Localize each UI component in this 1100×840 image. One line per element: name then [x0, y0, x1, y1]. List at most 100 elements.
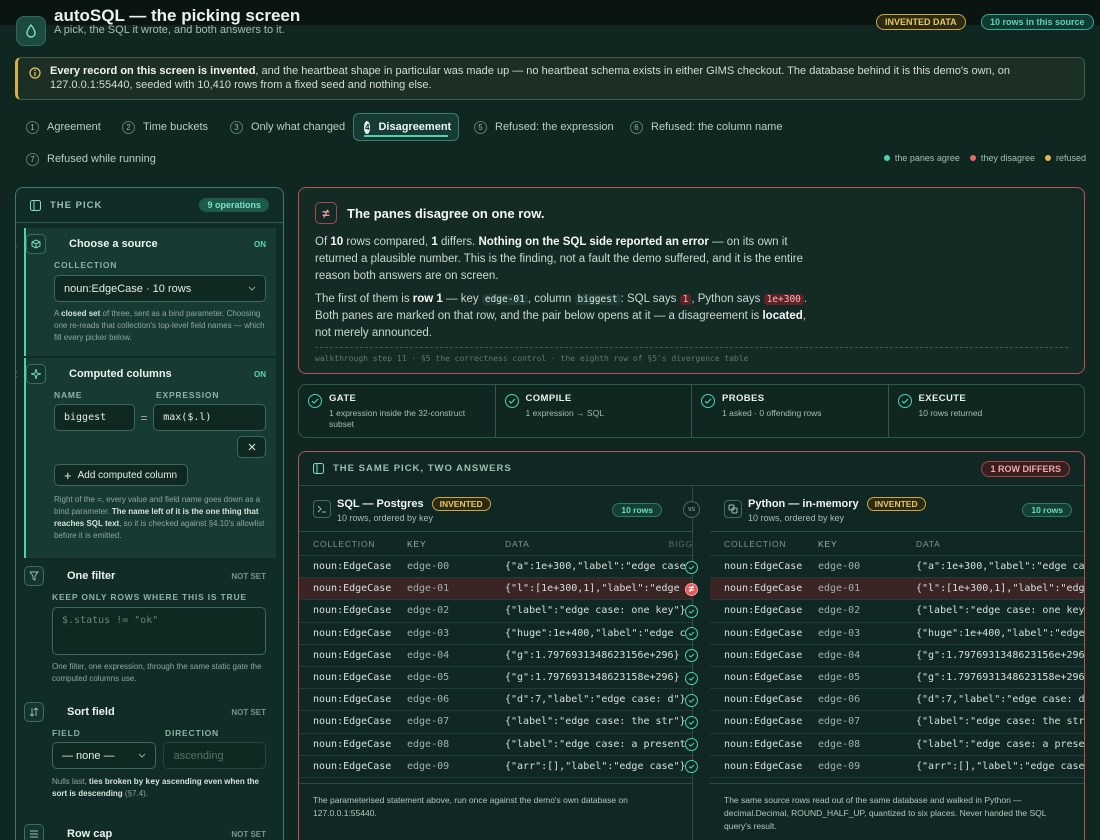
tab-label: Time buckets — [143, 121, 209, 133]
table-row[interactable]: noun:EdgeCase edge-07 {"label":"edge case:… — [299, 711, 692, 734]
table-row[interactable]: noun:EdgeCase edge-04 {"g":1.7976931348623… — [299, 645, 692, 667]
add-computed-label: Add computed column — [77, 469, 178, 481]
cell-key: edge-06 — [407, 694, 450, 706]
refused-dot — [1044, 155, 1051, 161]
cell-key: edge-00 — [818, 561, 861, 573]
collection-select[interactable]: noun:EdgeCase · 10 rows — [54, 275, 266, 302]
cell-coll: noun:EdgeCase — [313, 716, 392, 728]
step-probes: PROBES 1 asked · 0 offending rows — [692, 385, 889, 437]
column-header[interactable]: DATA — [916, 539, 1084, 549]
op-state[interactable]: NOT SET — [231, 572, 266, 581]
pick-panel: THE PICK 9 operations 1 Choose a source … — [15, 187, 284, 840]
tab-refused-expression[interactable]: 5 Refused: the expression — [464, 113, 624, 141]
agree-marker[interactable] — [685, 560, 698, 574]
table-row[interactable]: noun:EdgeCase edge-02 {"label":"edge case:… — [710, 600, 1085, 623]
agree-marker[interactable] — [685, 627, 698, 641]
columns-icon — [313, 463, 324, 474]
agree-marker[interactable] — [685, 693, 698, 707]
sort-field-select[interactable]: — none — — [52, 742, 157, 769]
column-header[interactable]: KEY — [818, 539, 916, 549]
equals-sign: = — [140, 410, 148, 425]
table-row[interactable]: noun:EdgeCase edge-06 {"d":7,"label":"edge… — [710, 689, 1084, 712]
python-icon — [724, 500, 742, 518]
column-header[interactable]: DATA — [505, 539, 692, 549]
table-row[interactable]: noun:EdgeCase edge-09 {"arr":[],"label":"e… — [299, 756, 692, 778]
agree-marker[interactable] — [685, 738, 698, 752]
op-state[interactable]: ON — [254, 370, 266, 379]
cell-key: edge-09 — [818, 760, 861, 772]
finding-summary: Of 10 rows compared, 1 differs. Nothing … — [315, 234, 815, 285]
sql-pane-title: SQL — Postgres — [337, 498, 424, 510]
computed-expression-input[interactable]: max($.l) — [153, 404, 266, 431]
op-title: Sort field — [67, 706, 115, 718]
table-row[interactable]: noun:EdgeCase edge-03 {"huge":1e+400,"labe… — [299, 623, 692, 645]
sort-direction-select[interactable]: ascending — [163, 742, 266, 769]
table-row-disagree[interactable]: noun:EdgeCase edge-01 {"l":[1e+300,1],"lab… — [710, 578, 1084, 601]
comparison-panel: THE SAME PICK, TWO ANSWERS 1 ROW DIFFERS… — [298, 451, 1085, 840]
agree-marker[interactable] — [685, 715, 698, 729]
cell-coll: noun:EdgeCase — [724, 672, 803, 684]
cell-key: edge-08 — [407, 738, 450, 750]
cell-coll: noun:EdgeCase — [724, 738, 803, 750]
table-row[interactable]: noun:EdgeCase edge-00 {"a":1e+300,"label":… — [710, 556, 1084, 579]
cell-data: {"label":"edge case: one key"} — [505, 605, 686, 617]
add-computed-column-button[interactable]: + Add computed column — [54, 464, 188, 486]
cell-coll: noun:EdgeCase — [313, 583, 392, 595]
cell-coll: noun:EdgeCase — [313, 672, 392, 684]
filter-expression-input[interactable]: $.status != "ok" — [52, 607, 266, 655]
table-row[interactable]: noun:EdgeCase edge-02 {"label":"edge case:… — [299, 600, 692, 623]
cell-key: edge-07 — [407, 716, 450, 728]
agree-marker[interactable] — [685, 649, 698, 663]
column-header[interactable]: COLLECTION — [299, 539, 407, 549]
agree-marker[interactable] — [685, 604, 698, 618]
tab-time-buckets[interactable]: 2 Time buckets — [112, 113, 218, 141]
agree-marker[interactable] — [685, 760, 698, 774]
table-row[interactable]: noun:EdgeCase edge-00 {"a":1e+300,"label":… — [299, 556, 692, 579]
cell-data: {"g":1.7976931348623158e+296} — [505, 672, 680, 684]
table-row[interactable]: noun:EdgeCase edge-03 {"huge":1e+400,"labe… — [710, 623, 1084, 645]
rows-in-source-badge: 10 rows in this source — [981, 14, 1094, 30]
table-row[interactable]: noun:EdgeCase edge-04 {"g":1.7976931348623… — [710, 645, 1084, 667]
table-row-disagree[interactable]: noun:EdgeCase edge-01 {"l":[1e+300,1],"lab… — [299, 578, 692, 601]
legend-agree: the panes agree — [894, 153, 960, 163]
tab-refused-column-name[interactable]: 6 Refused: the column name — [620, 113, 792, 141]
text: Of — [315, 236, 331, 248]
op-state[interactable]: ON — [254, 240, 266, 249]
disagree-marker[interactable]: ≠ — [685, 582, 698, 596]
op-state[interactable]: NOT SET — [231, 708, 266, 717]
tab-disagreement[interactable]: 4 Disagreement — [353, 113, 459, 141]
column-header[interactable]: KEY — [407, 539, 505, 549]
python-rows-pill: 10 rows — [1022, 503, 1072, 517]
cell-data: {"label":"edge case: one key"} — [916, 605, 1085, 617]
invented-badge: INVENTED — [431, 497, 491, 511]
tab-agreement[interactable]: 1 Agreement — [16, 113, 111, 141]
table-row[interactable]: noun:EdgeCase edge-08 {"label":"edge case:… — [299, 734, 692, 756]
check-icon — [897, 394, 912, 408]
agree-marker[interactable] — [685, 671, 698, 685]
python-pane: Python — in-memory INVENTED 10 rows, orde… — [710, 487, 1085, 840]
table-row[interactable]: noun:EdgeCase edge-09 {"arr":[],"label":"e… — [710, 756, 1084, 778]
cell-key: edge-08 — [818, 738, 861, 750]
step-compile: COMPILE 1 expression → SQL — [496, 385, 692, 437]
collection-label: COLLECTION — [54, 260, 118, 270]
step-gate: GATE 1 expression inside the 32-construct… — [299, 385, 496, 437]
table-row[interactable]: noun:EdgeCase edge-07 {"label":"edge case:… — [710, 711, 1084, 734]
filter-icon — [24, 566, 44, 586]
legend-disagree: they disagree — [980, 153, 1035, 163]
remove-computed-button[interactable] — [237, 436, 266, 458]
step-desc: 10 rows returned — [918, 408, 983, 418]
op-number: 1 — [16, 239, 17, 249]
terminal-icon — [313, 500, 331, 518]
tab-refused-while-running[interactable]: 7 Refused while running — [16, 145, 166, 173]
table-row[interactable]: noun:EdgeCase edge-06 {"d":7,"label":"edge… — [299, 689, 692, 712]
op-state[interactable]: NOT SET — [231, 830, 266, 839]
tab-only-what-changed[interactable]: 3 Only what changed — [220, 113, 355, 141]
table-row[interactable]: noun:EdgeCase edge-08 {"label":"edge case:… — [710, 734, 1084, 756]
not-equal-icon: ≠ — [315, 202, 337, 224]
table-row[interactable]: noun:EdgeCase edge-05 {"g":1.7976931348623… — [299, 667, 692, 690]
table-row[interactable]: noun:EdgeCase edge-05 {"g":1.7976931348623… — [710, 667, 1084, 690]
step-desc: 1 expression → SQL — [525, 408, 604, 418]
column-header[interactable]: COLLECTION — [710, 539, 818, 549]
computed-name-input[interactable]: biggest — [54, 404, 135, 431]
table-header: COLLECTIONKEYDATABIGGEST — [299, 532, 692, 556]
